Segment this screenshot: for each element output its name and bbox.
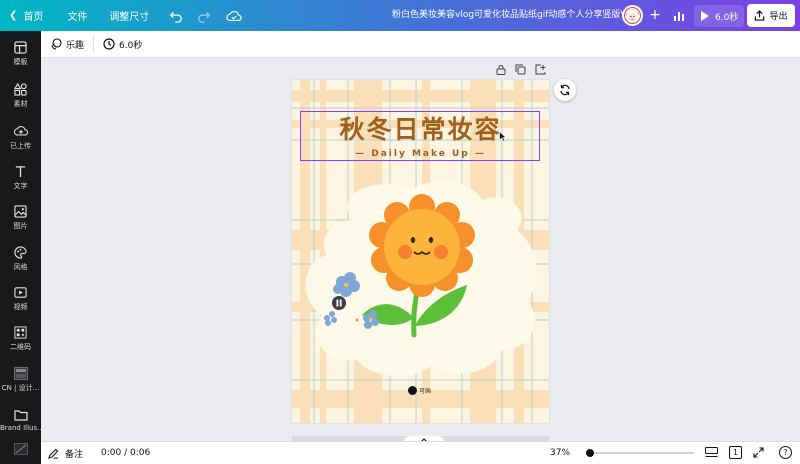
context-toolbar: 乐趣 6.0秒 bbox=[41, 31, 800, 58]
video-icon bbox=[14, 287, 27, 298]
cloud-save-button[interactable] bbox=[222, 4, 246, 28]
left-sidebar: 模板 素材 已上传 文字 图片 风格 视频 二维码 CN | 设计... Bra… bbox=[0, 31, 41, 464]
sidebar-item-label: 风格 bbox=[13, 263, 28, 271]
sidebar-item-label: 模板 bbox=[13, 58, 28, 66]
invite-button[interactable]: + bbox=[646, 6, 664, 24]
redo-button[interactable] bbox=[192, 4, 216, 28]
sidebar-item-videos[interactable]: 视频 bbox=[0, 280, 41, 318]
duplicate-icon bbox=[515, 64, 526, 75]
template-icon bbox=[14, 41, 27, 54]
bar-chart-icon bbox=[674, 12, 684, 21]
top-bar: ❮ 首页 文件 调整尺寸 粉白色美妆美容vlog可爱化妆品贴纸gif动感个人分享… bbox=[0, 0, 800, 31]
resize-button[interactable]: 调整尺寸 bbox=[100, 0, 158, 31]
page-number-button[interactable]: 1 bbox=[729, 446, 742, 459]
add-page-button[interactable] bbox=[534, 63, 547, 76]
page-number: 1 bbox=[732, 448, 739, 457]
insights-button[interactable] bbox=[668, 5, 690, 27]
chevron-left-icon: ❮ bbox=[9, 10, 18, 21]
redo-icon bbox=[198, 11, 211, 23]
clock-icon bbox=[103, 38, 115, 50]
sidebar-item-label: 文字 bbox=[13, 182, 28, 190]
play-preview-button[interactable]: 6.0秒 bbox=[694, 5, 745, 27]
resize-label: 调整尺寸 bbox=[109, 12, 150, 23]
watermark-logo-icon bbox=[408, 386, 417, 395]
expand-icon bbox=[753, 447, 764, 458]
home-label: 首页 bbox=[23, 12, 44, 23]
page-actions bbox=[494, 63, 547, 76]
animation-label: 乐趣 bbox=[66, 40, 85, 51]
folder-icon bbox=[13, 409, 28, 421]
sidebar-item-qrcode[interactable]: 二维码 bbox=[0, 320, 41, 358]
home-button[interactable]: ❮ 首页 bbox=[0, 0, 52, 31]
text-icon bbox=[15, 166, 26, 178]
cloud-check-icon bbox=[226, 10, 243, 21]
avatar-image-icon bbox=[624, 7, 641, 24]
sidebar-item-uploads[interactable]: 已上传 bbox=[0, 119, 41, 157]
file-menu-button[interactable]: 文件 bbox=[58, 0, 96, 31]
sidebar-item-label: 图片 bbox=[13, 222, 28, 230]
qrcode-icon bbox=[14, 326, 27, 339]
pages-grid-icon bbox=[705, 447, 718, 457]
upload-icon bbox=[13, 126, 28, 136]
regenerate-button[interactable] bbox=[554, 79, 576, 101]
undo-button[interactable] bbox=[164, 4, 188, 28]
sidebar-item-more[interactable] bbox=[0, 436, 41, 462]
mouse-cursor-icon bbox=[499, 131, 507, 142]
sidebar-item-brand-illustrations[interactable]: Brand Illus... bbox=[0, 401, 41, 439]
zoom-level[interactable]: 37% bbox=[550, 448, 570, 458]
sidebar-item-elements[interactable]: 素材 bbox=[0, 77, 41, 115]
document-title[interactable]: 粉白色美妆美容vlog可爱化妆品贴纸gif动感个人分享竖版Vlog bbox=[392, 0, 640, 31]
export-label: 导出 bbox=[769, 12, 788, 22]
sidebar-item-label: 已上传 bbox=[10, 142, 31, 150]
undo-icon bbox=[170, 11, 183, 23]
help-icon: ? bbox=[783, 448, 788, 457]
lock-page-button[interactable] bbox=[494, 63, 507, 76]
sidebar-item-templates[interactable]: 模板 bbox=[0, 35, 41, 73]
notes-button[interactable]: 备注 bbox=[48, 447, 83, 460]
sidebar-item-styles[interactable]: 风格 bbox=[0, 240, 41, 278]
photo-icon bbox=[14, 205, 27, 218]
notes-icon bbox=[48, 448, 59, 459]
animate-button[interactable]: 乐趣 bbox=[41, 31, 93, 58]
timeline-scrubber[interactable] bbox=[586, 449, 594, 457]
duration-button[interactable]: 6.0秒 bbox=[94, 31, 151, 58]
notes-label: 备注 bbox=[65, 449, 84, 460]
time-readout: 0:00 / 0:06 bbox=[101, 448, 151, 458]
duplicate-page-button[interactable] bbox=[514, 63, 527, 76]
fullscreen-button[interactable] bbox=[753, 447, 764, 461]
elements-icon bbox=[14, 83, 27, 96]
play-icon bbox=[701, 11, 709, 21]
sidebar-item-label: Brand Illus... bbox=[0, 423, 41, 432]
add-page-icon bbox=[535, 64, 546, 75]
sidebar-item-label: CN | 设计... bbox=[1, 384, 40, 392]
refresh-icon bbox=[560, 84, 570, 96]
canva-watermark: 可画 bbox=[408, 386, 431, 395]
file-label: 文件 bbox=[67, 12, 88, 23]
help-button[interactable]: ? bbox=[779, 446, 792, 459]
duration-label: 6.0秒 bbox=[119, 40, 143, 51]
lock-icon bbox=[496, 65, 505, 75]
page-view-button[interactable] bbox=[705, 447, 718, 461]
sidebar-item-text[interactable]: 文字 bbox=[0, 159, 41, 197]
sidebar-item-photos[interactable]: 图片 bbox=[0, 199, 41, 237]
play-duration-label: 6.0秒 bbox=[715, 12, 739, 23]
more-apps-icon bbox=[13, 443, 28, 455]
share-upload-icon bbox=[755, 10, 765, 21]
sidebar-item-label: 二维码 bbox=[10, 343, 31, 351]
timeline-track[interactable] bbox=[586, 452, 694, 454]
style-icon bbox=[14, 246, 27, 259]
brand-folder-icon bbox=[13, 367, 28, 380]
animation-icon bbox=[51, 38, 62, 50]
sidebar-item-label: 素材 bbox=[13, 100, 28, 108]
watermark-text: 可画 bbox=[419, 388, 432, 395]
sunflower-illustration bbox=[324, 194, 475, 338]
sidebar-item-brand-folder[interactable]: CN | 设计... bbox=[0, 361, 41, 399]
plus-icon: + bbox=[649, 7, 661, 23]
sidebar-item-label: 视频 bbox=[13, 303, 28, 311]
export-button[interactable]: 导出 bbox=[747, 4, 795, 27]
user-avatar[interactable] bbox=[622, 5, 643, 26]
